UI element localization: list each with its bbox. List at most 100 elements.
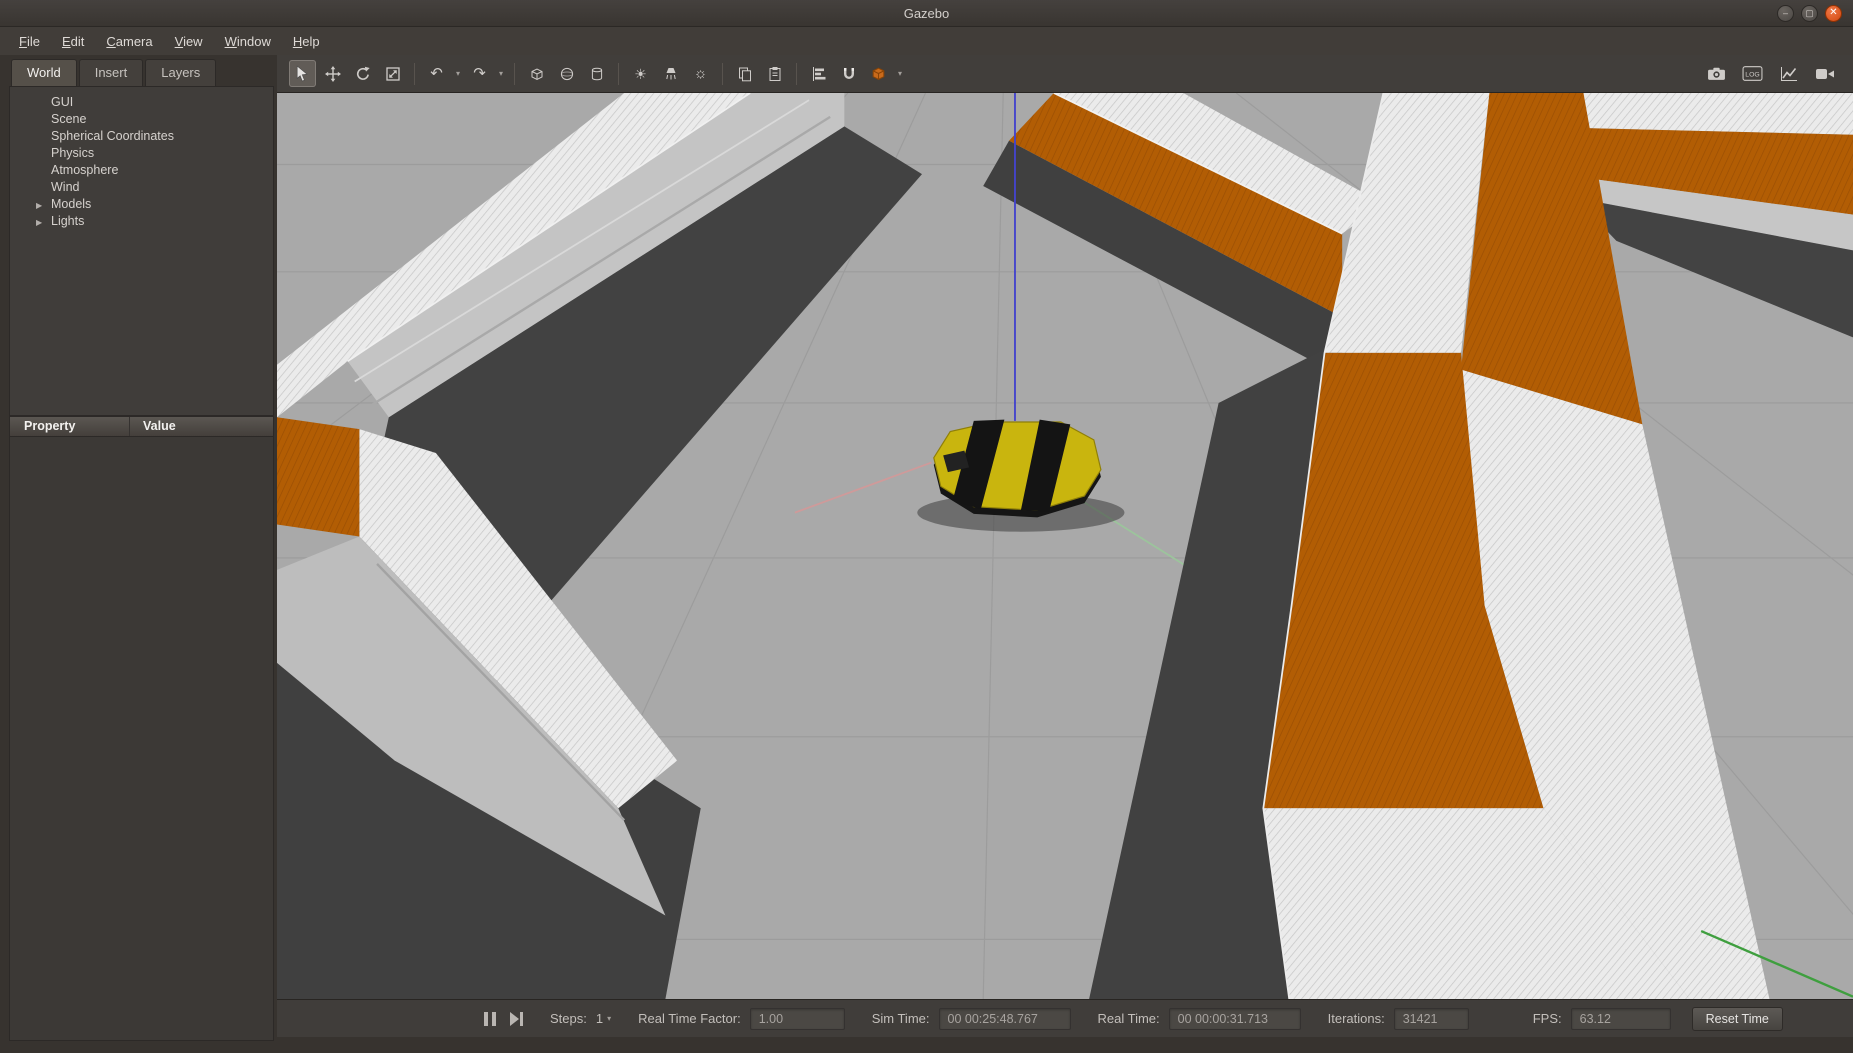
property-column-header: Property	[10, 417, 130, 436]
scene-3d-view[interactable]	[277, 93, 1853, 999]
pause-icon	[484, 1012, 488, 1026]
chart-icon	[1780, 66, 1798, 82]
toolbar-separator	[722, 63, 723, 85]
close-button[interactable]: ✕	[1825, 5, 1842, 22]
point-light-icon: ☀	[634, 67, 647, 81]
pause-button[interactable]	[482, 1012, 498, 1026]
paste-icon	[767, 66, 783, 82]
insert-box-button[interactable]	[523, 60, 550, 87]
svg-text:LOG: LOG	[1745, 72, 1759, 79]
sidebar-bottom-strip	[9, 1041, 274, 1053]
spot-light-button[interactable]	[657, 60, 684, 87]
scale-icon	[385, 66, 401, 82]
world-tree: GUI Scene Spherical Coordinates Physics …	[9, 86, 274, 416]
titlebar[interactable]: Gazebo – ▢ ✕	[0, 0, 1853, 27]
expander-icon[interactable]: ▶	[36, 197, 42, 214]
cylinder-icon	[589, 66, 605, 82]
sim-time-label: Sim Time:	[872, 1011, 930, 1026]
menu-window[interactable]: Window	[214, 29, 282, 54]
sim-time-value: 00 00:25:48.767	[939, 1008, 1071, 1030]
scene-canvas[interactable]	[277, 93, 1853, 999]
view-angle-button[interactable]	[865, 60, 892, 87]
undo-history-dropdown[interactable]: ▾	[453, 69, 463, 78]
toolbar-separator	[618, 63, 619, 85]
copy-button[interactable]	[731, 60, 758, 87]
fps-value: 63.12	[1571, 1008, 1671, 1030]
step-icon	[520, 1012, 523, 1026]
left-panel: World Insert Layers GUI Scene Spherical …	[9, 55, 274, 1053]
scale-tool-button[interactable]	[379, 60, 406, 87]
tree-item-atmosphere[interactable]: Atmosphere	[10, 162, 273, 179]
maximize-button[interactable]: ▢	[1801, 5, 1818, 22]
fps-label: FPS:	[1533, 1011, 1562, 1026]
step-button[interactable]	[510, 1012, 523, 1026]
reset-time-button[interactable]: Reset Time	[1692, 1007, 1783, 1031]
select-tool-button[interactable]	[289, 60, 316, 87]
gazebo-window: Gazebo – ▢ ✕ File Edit Camera View Windo…	[0, 0, 1853, 1053]
view-angle-dropdown[interactable]: ▾	[895, 69, 905, 78]
menu-view[interactable]: View	[164, 29, 214, 54]
rtf-label: Real Time Factor:	[638, 1011, 741, 1026]
window-controls: – ▢ ✕	[1777, 5, 1853, 22]
copy-icon	[737, 66, 753, 82]
window-bottom-strip	[277, 1037, 1853, 1053]
menu-camera[interactable]: Camera	[95, 29, 163, 54]
paste-button[interactable]	[761, 60, 788, 87]
plot-button[interactable]	[1775, 60, 1802, 87]
menu-file[interactable]: File	[8, 29, 51, 54]
simulation-statusbar: Steps: 1▾ Real Time Factor: 1.00 Sim Tim…	[277, 999, 1853, 1037]
spot-light-icon	[663, 66, 679, 82]
screenshot-button[interactable]	[1703, 60, 1730, 87]
chevron-down-icon: ▾	[607, 1014, 611, 1023]
expander-icon[interactable]: ▶	[36, 214, 42, 231]
toolbar-separator	[414, 63, 415, 85]
panel-tabs: World Insert Layers	[9, 55, 274, 86]
toolbar-right-group: LOG	[1703, 60, 1841, 87]
minimize-button[interactable]: –	[1777, 5, 1794, 22]
tree-item-gui[interactable]: GUI	[10, 94, 273, 111]
video-record-button[interactable]	[1811, 60, 1838, 87]
align-button[interactable]	[805, 60, 832, 87]
menu-edit[interactable]: Edit	[51, 29, 95, 54]
toolbar-separator	[796, 63, 797, 85]
tree-item-physics[interactable]: Physics	[10, 145, 273, 162]
tree-item-models[interactable]: ▶Models	[10, 196, 273, 213]
tab-layers[interactable]: Layers	[145, 59, 216, 86]
tree-item-spherical-coordinates[interactable]: Spherical Coordinates	[10, 128, 273, 145]
tree-item-lights[interactable]: ▶Lights	[10, 213, 273, 230]
menu-help[interactable]: Help	[282, 29, 331, 54]
undo-button[interactable]: ↶	[423, 60, 450, 87]
cursor-icon	[294, 65, 311, 82]
window-title: Gazebo	[0, 6, 1853, 21]
point-light-button[interactable]: ☀	[627, 60, 654, 87]
log-record-button[interactable]: LOG	[1739, 60, 1766, 87]
view-angle-cube-icon	[870, 65, 887, 82]
maximize-icon: ▢	[1805, 9, 1814, 18]
video-camera-icon	[1815, 67, 1835, 81]
menubar: File Edit Camera View Window Help	[0, 27, 1853, 55]
steps-label: Steps:	[550, 1011, 587, 1026]
rotate-tool-button[interactable]	[349, 60, 376, 87]
tree-item-scene[interactable]: Scene	[10, 111, 273, 128]
tab-insert[interactable]: Insert	[79, 59, 144, 86]
redo-button[interactable]: ↷	[466, 60, 493, 87]
redo-icon: ↷	[473, 66, 486, 81]
tab-world[interactable]: World	[11, 59, 77, 86]
directional-light-button[interactable]: ☼	[687, 60, 714, 87]
render-viewport: ↶ ▾ ↷ ▾ ☀ ☼	[277, 55, 1853, 1053]
insert-sphere-button[interactable]	[553, 60, 580, 87]
directional-light-icon: ☼	[694, 66, 708, 81]
camera-icon	[1707, 66, 1726, 81]
pause-icon	[492, 1012, 496, 1026]
tree-item-wind[interactable]: Wind	[10, 179, 273, 196]
steps-spinner[interactable]: 1▾	[596, 1011, 611, 1026]
redo-history-dropdown[interactable]: ▾	[496, 69, 506, 78]
insert-cylinder-button[interactable]	[583, 60, 610, 87]
sphere-icon	[559, 66, 575, 82]
rtf-value: 1.00	[750, 1008, 845, 1030]
iterations-value: 31421	[1394, 1008, 1469, 1030]
translate-tool-button[interactable]	[319, 60, 346, 87]
snap-button[interactable]	[835, 60, 862, 87]
undo-icon: ↶	[430, 66, 443, 81]
value-column-header: Value	[130, 417, 176, 436]
